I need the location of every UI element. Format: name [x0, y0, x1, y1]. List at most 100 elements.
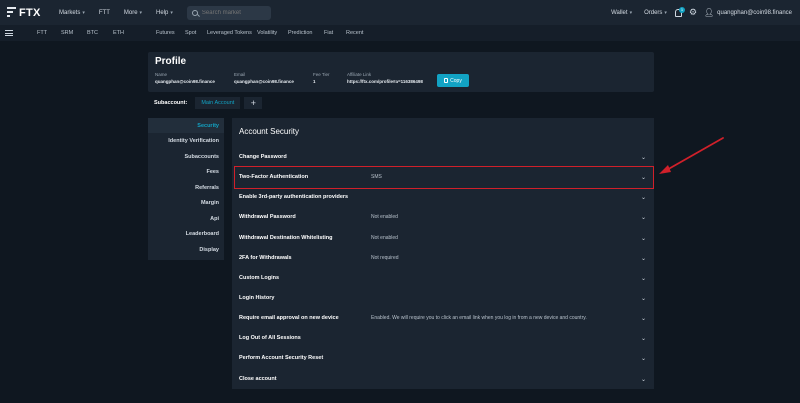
side-item-margin[interactable]: Margin: [201, 200, 219, 206]
security-row-close-account[interactable]: Close account ⌄: [234, 370, 652, 388]
chevron-down-icon: ⌄: [640, 194, 646, 201]
add-subaccount-button[interactable]: +: [244, 97, 263, 109]
settings-side-menu: Security Identity Verification Subaccoun…: [148, 118, 224, 260]
ftx-logo-icon: [7, 7, 16, 18]
nav-help[interactable]: Help ▾: [156, 10, 173, 16]
side-item-subaccounts[interactable]: Subaccounts: [184, 154, 219, 160]
nav-ftt-label: FTT: [98, 9, 110, 16]
row-label: 2FA for Withdrawals: [239, 255, 292, 261]
user-email[interactable]: quangphan@coin98.finance: [717, 10, 792, 16]
bell-icon[interactable]: 1: [674, 6, 685, 17]
chevron-down-icon: ▾: [82, 9, 85, 16]
chevron-down-icon: ⌄: [640, 315, 646, 322]
search-input[interactable]: [201, 9, 270, 16]
subnav-item[interactable]: Volatility: [257, 30, 277, 36]
nav-wallet[interactable]: Wallet ▾: [611, 10, 632, 16]
chevron-down-icon: ⌄: [640, 335, 646, 342]
row-label: Change Password: [239, 154, 287, 160]
nav-help-label: Help: [156, 9, 169, 16]
top-navbar: FTX Markets▾ FTT More▾ Help▾ Wallet▾ Ord…: [0, 0, 800, 25]
subnav-item[interactable]: Spot: [185, 30, 196, 36]
security-row-third-party-auth[interactable]: Enable 3rd-party authentication provider…: [234, 188, 652, 206]
nav-orders-label: Orders: [644, 9, 663, 16]
email-value: quangphan@coin98.finance: [234, 79, 294, 84]
subnav-item[interactable]: Recent: [346, 30, 363, 36]
gear-icon[interactable]: ⚙: [689, 7, 697, 18]
annotation-arrow: [659, 137, 724, 174]
search-box[interactable]: [186, 5, 271, 20]
affiliate-link-label: Affiliate Link: [347, 72, 372, 77]
chevron-down-icon: ⌄: [640, 255, 646, 262]
row-label: Close account: [239, 376, 277, 382]
row-label: Login History: [239, 295, 275, 301]
chevron-down-icon: ▾: [139, 9, 143, 16]
email-label: Email: [234, 72, 246, 77]
side-item-identity-verification[interactable]: Identity Verification: [168, 138, 219, 144]
security-row-custom-logins[interactable]: Custom Logins ⌄: [234, 269, 652, 287]
subnav-item[interactable]: SRM: [61, 30, 73, 36]
account-security-panel: Account Security Change Password ⌄ Two-F…: [232, 118, 654, 389]
security-row-withdrawal-whitelisting[interactable]: Withdrawal Destination Whitelisting Not …: [234, 229, 652, 247]
nav-markets[interactable]: Markets ▾: [59, 10, 85, 16]
copy-button[interactable]: Copy: [437, 74, 469, 87]
row-value: Enabled. We will require you to click an…: [371, 315, 587, 321]
nav-ftt[interactable]: FTT: [99, 10, 110, 16]
chevron-down-icon: ⌄: [640, 275, 646, 282]
tab-main-account[interactable]: Main Account: [195, 97, 241, 109]
annotation-highlight-box: [234, 166, 654, 189]
row-label: Custom Logins: [239, 275, 280, 281]
page-title: Profile: [155, 56, 187, 67]
side-item-leaderboard[interactable]: Leaderboard: [186, 231, 219, 237]
copy-button-label: Copy: [450, 77, 462, 84]
subnav-item[interactable]: BTC: [87, 30, 98, 36]
user-icon[interactable]: 👤︎: [704, 8, 714, 17]
main-nav: Markets ▾ FTT More ▾ Help ▾: [59, 5, 271, 20]
chevron-down-icon: ▾: [170, 9, 173, 16]
subaccount-label: Subaccount:: [154, 100, 188, 106]
side-item-security[interactable]: Security: [197, 123, 219, 129]
side-item-api[interactable]: Api: [210, 216, 219, 222]
chevron-down-icon: ⌄: [640, 376, 646, 383]
side-item-fees[interactable]: Fees: [206, 169, 219, 175]
security-row-email-approval[interactable]: Require email approval on new device Ena…: [234, 309, 652, 327]
subnav-item[interactable]: Futures: [156, 30, 175, 36]
subnav-item[interactable]: Prediction: [288, 30, 312, 36]
subnav-item[interactable]: Leveraged Tokens: [207, 30, 252, 36]
name-label: Name: [155, 72, 168, 77]
subnav-item[interactable]: Fiat: [324, 30, 333, 36]
row-value: Not required: [371, 255, 399, 261]
chevron-down-icon: ⌄: [640, 214, 646, 221]
security-row-withdrawal-password[interactable]: Withdrawal Password Not enabled ⌄: [234, 208, 652, 226]
name-value: quangphan@coin98.finance: [155, 79, 215, 84]
security-row-logout-all[interactable]: Log Out of All Sessions ⌄: [234, 329, 652, 347]
security-row-security-reset[interactable]: Perform Account Security Reset ⌄: [234, 349, 652, 367]
nav-more[interactable]: More ▾: [124, 10, 142, 16]
security-row-2fa-withdrawals[interactable]: 2FA for Withdrawals Not required ⌄: [234, 249, 652, 267]
search-icon: [191, 9, 198, 16]
section-title: Account Security: [239, 127, 300, 136]
side-item-referrals[interactable]: Referrals: [195, 185, 219, 191]
row-label: Perform Account Security Reset: [239, 355, 324, 361]
subnav-item[interactable]: FTT: [37, 30, 47, 36]
nav-orders[interactable]: Orders ▾: [644, 10, 667, 16]
security-row-login-history[interactable]: Login History ⌄: [234, 289, 652, 307]
menu-icon[interactable]: [5, 30, 13, 36]
copy-icon: [444, 78, 449, 83]
subnav-item[interactable]: ETH: [113, 30, 124, 36]
chevron-down-icon: ⌄: [640, 154, 646, 161]
profile-card: Profile Name quangphan@coin98.finance Em…: [148, 52, 654, 92]
row-label: Log Out of All Sessions: [239, 335, 301, 341]
secondary-navbar: FTT SRM BTC ETH Futures Spot Leveraged T…: [0, 25, 800, 41]
ftx-logo[interactable]: FTX: [7, 7, 47, 19]
row-label: Require email approval on new device: [239, 315, 339, 321]
plus-icon: +: [250, 98, 256, 108]
chevron-down-icon: ▾: [629, 9, 633, 16]
affiliate-link-value: https://ftx.com/profile#a=116386498: [347, 79, 423, 84]
chevron-down-icon: ⌄: [640, 295, 646, 302]
chevron-down-icon: ⌄: [640, 355, 646, 362]
chevron-down-icon: ▾: [664, 9, 667, 16]
notification-badge: 1: [678, 6, 685, 13]
side-item-display[interactable]: Display: [199, 247, 219, 253]
subaccount-row: Subaccount: Main Account +: [148, 95, 654, 111]
security-row-change-password[interactable]: Change Password ⌄: [234, 148, 652, 166]
